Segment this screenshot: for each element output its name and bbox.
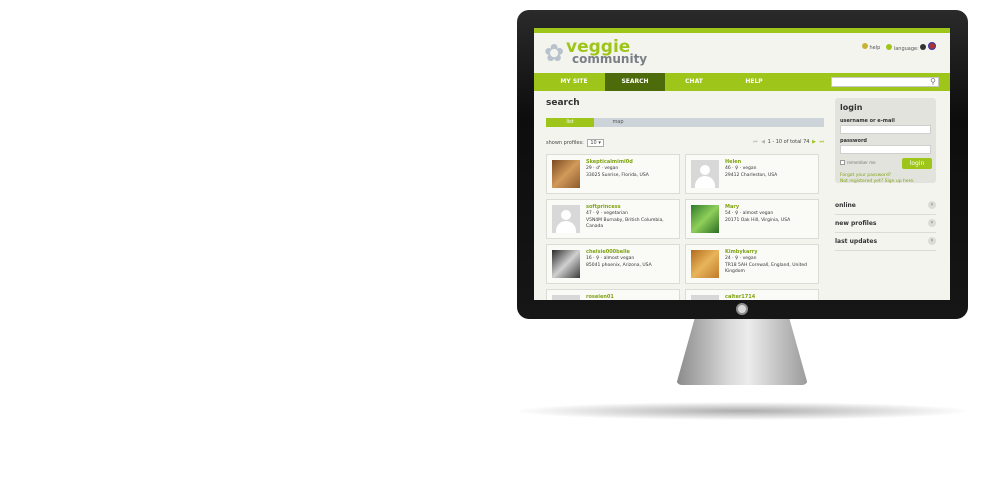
monitor-logo bbox=[736, 303, 748, 315]
profile-name[interactable]: Mary bbox=[725, 204, 739, 210]
section-online[interactable]: online › bbox=[835, 198, 936, 215]
chevron-right-icon[interactable]: › bbox=[928, 201, 936, 209]
search-icon[interactable]: ⚲ bbox=[930, 77, 936, 86]
flower-icon: ✿ bbox=[544, 39, 565, 67]
profile-card[interactable]: Helen 46 · ♀ · vegan 29412 Charleston, U… bbox=[685, 154, 819, 194]
next-page-icon[interactable]: ▶ bbox=[812, 139, 816, 145]
section-new-profiles[interactable]: new profiles › bbox=[835, 216, 936, 233]
chevron-right-icon[interactable]: › bbox=[928, 237, 936, 245]
profile-meta: 47 · ♀ · vegetarian bbox=[586, 211, 628, 216]
profile-meta: 54 · ♀ · almost vegan bbox=[725, 211, 774, 216]
profile-location: 85041 phoenix, Arizona, USA bbox=[586, 263, 652, 268]
forgot-password-link[interactable]: Forgot your password? bbox=[840, 173, 891, 178]
password-label: password bbox=[840, 138, 868, 144]
monitor-stand bbox=[676, 319, 808, 385]
top-strip bbox=[534, 28, 950, 33]
remember-checkbox[interactable] bbox=[840, 160, 845, 165]
profile-photo[interactable] bbox=[552, 160, 580, 188]
site-search-input[interactable]: ⚲ bbox=[831, 77, 939, 87]
profile-photo[interactable] bbox=[691, 250, 719, 278]
profile-name[interactable]: roseien01 bbox=[586, 294, 614, 300]
profile-photo-placeholder[interactable] bbox=[691, 160, 719, 188]
profile-name[interactable]: calter1714 bbox=[725, 294, 755, 300]
login-title: login bbox=[840, 103, 863, 112]
profile-name[interactable]: softprincess bbox=[586, 204, 621, 210]
prev-page-icon[interactable]: ◀ bbox=[761, 139, 765, 145]
tab-search[interactable]: SEARCH bbox=[605, 73, 665, 91]
page-title: search bbox=[546, 98, 580, 108]
tab-my-site[interactable]: MY SITE bbox=[544, 73, 604, 91]
profile-card[interactable]: roseien01 bbox=[546, 289, 680, 300]
help-link[interactable]: help bbox=[861, 43, 880, 51]
pagination-text: 1 - 10 of total 74 bbox=[767, 139, 810, 145]
username-label: username or e-mail bbox=[840, 118, 895, 124]
logo-text-bottom: community bbox=[572, 52, 648, 66]
tab-chat[interactable]: CHAT bbox=[664, 73, 724, 91]
profile-name[interactable]: Skepticalmimi0d bbox=[586, 159, 633, 165]
top-links: help language: bbox=[861, 42, 936, 52]
profile-name[interactable]: chelsie000belle bbox=[586, 249, 630, 255]
profile-card[interactable]: Skepticalmimi0d 29 · ♂ · vegan 33025 Sun… bbox=[546, 154, 680, 194]
profile-meta: 24 · ♀ · vegan bbox=[725, 256, 757, 261]
help-icon bbox=[861, 43, 868, 49]
main-nav: MY SITE SEARCH CHAT HELP ⚲ bbox=[534, 73, 950, 91]
profile-photo-placeholder[interactable] bbox=[552, 295, 580, 300]
floor-shadow bbox=[517, 402, 968, 420]
login-panel: login username or e-mail password rememb… bbox=[835, 98, 936, 184]
password-input[interactable] bbox=[840, 145, 931, 154]
profile-location: 29412 Charleston, USA bbox=[725, 173, 778, 178]
view-tabs: list map bbox=[546, 118, 824, 127]
profile-meta: 46 · ♀ · vegan bbox=[725, 166, 757, 171]
tab-help[interactable]: HELP bbox=[724, 73, 784, 91]
profile-meta: 16 · ♀ · almost vegan bbox=[586, 256, 635, 261]
profile-location-line2: Kingdom bbox=[725, 269, 745, 274]
profile-name[interactable]: Helen bbox=[725, 159, 741, 165]
login-button[interactable]: login bbox=[902, 158, 932, 169]
profile-meta: 29 · ♂ · vegan bbox=[586, 166, 619, 171]
last-page-icon[interactable]: ⏭ bbox=[820, 139, 825, 145]
pagination: ⏮ ◀ 1 - 10 of total 74 ▶ ⏭ bbox=[752, 139, 825, 145]
profile-name[interactable]: Kimbykarry bbox=[725, 249, 758, 255]
flag-de-icon[interactable] bbox=[920, 44, 927, 50]
section-last-updates[interactable]: last updates › bbox=[835, 234, 936, 251]
language-selector[interactable]: language: bbox=[886, 42, 936, 52]
shown-profiles-select[interactable]: 10 ▾ bbox=[587, 139, 604, 147]
first-page-icon[interactable]: ⏮ bbox=[753, 139, 758, 145]
tab-map[interactable]: map bbox=[594, 118, 642, 127]
tab-list[interactable]: list bbox=[546, 118, 594, 127]
register-link[interactable]: Not registered yet? Sign up here. bbox=[840, 179, 915, 184]
profile-card[interactable]: calter1714 bbox=[685, 289, 819, 300]
profile-card[interactable]: Kimbykarry 24 · ♀ · vegan TR18 5AH Cornw… bbox=[685, 244, 819, 284]
profile-card[interactable]: Mary 54 · ♀ · almost vegan 20171 Oak Hil… bbox=[685, 199, 819, 239]
profile-location: 33025 Sunrise, Florida, USA bbox=[586, 173, 649, 178]
profile-location-line2: Canada bbox=[586, 224, 604, 229]
flag-en-icon[interactable] bbox=[928, 42, 936, 50]
profile-photo[interactable] bbox=[552, 250, 580, 278]
chevron-right-icon[interactable]: › bbox=[928, 219, 936, 227]
language-icon bbox=[886, 44, 893, 50]
remember-label: remember me bbox=[847, 160, 876, 165]
shown-profiles: shown profiles: 10 ▾ bbox=[546, 139, 604, 147]
profile-card[interactable]: chelsie000belle 16 · ♀ · almost vegan 85… bbox=[546, 244, 680, 284]
profile-photo-placeholder[interactable] bbox=[691, 295, 719, 300]
username-input[interactable] bbox=[840, 125, 931, 134]
profile-location: 20171 Oak Hill, Virginia, USA bbox=[725, 218, 791, 223]
profile-card[interactable]: softprincess 47 · ♀ · vegetarian V5N4M B… bbox=[546, 199, 680, 239]
profile-photo-placeholder[interactable] bbox=[552, 205, 580, 233]
website-screen: ✿ veggie community help language: MY SIT… bbox=[534, 28, 950, 300]
profile-photo[interactable] bbox=[691, 205, 719, 233]
